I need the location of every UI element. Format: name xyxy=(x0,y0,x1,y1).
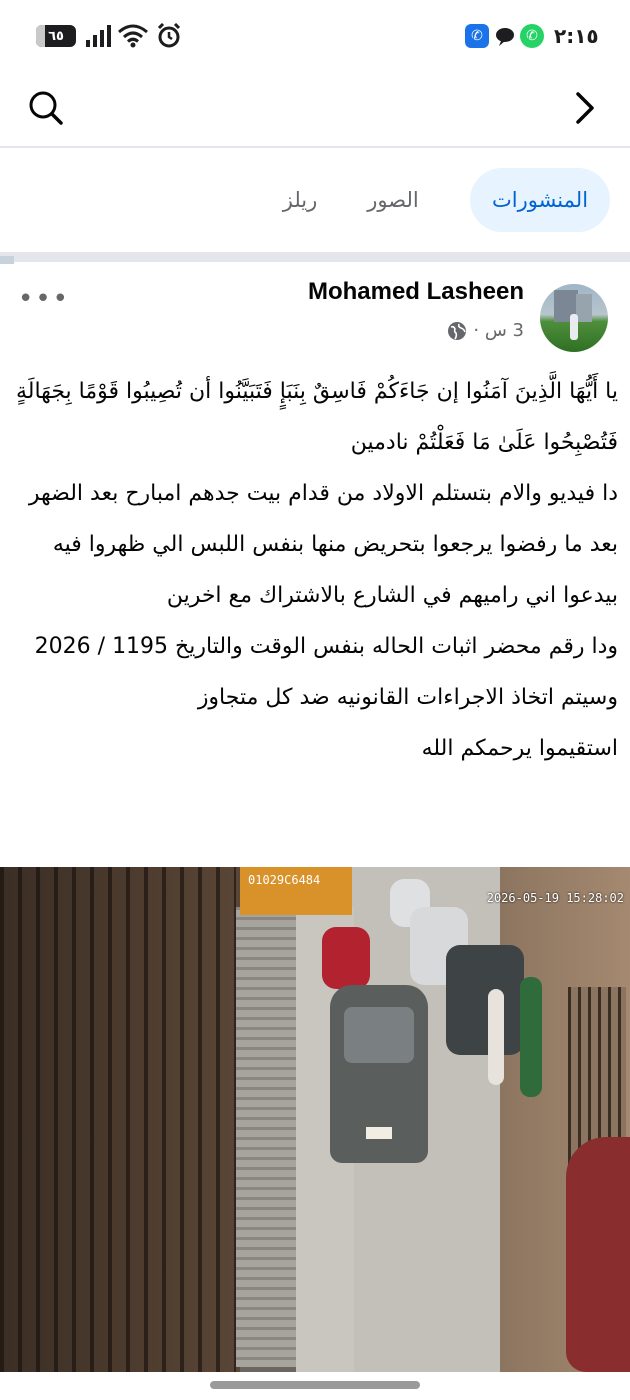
home-indicator[interactable] xyxy=(210,1381,420,1389)
profile-tabs: المنشورات الصور ريلز xyxy=(0,168,630,232)
post-video[interactable]: 01029C6484 2026-05-19 15:28:02 xyxy=(0,867,630,1372)
more-options-icon[interactable]: ••• xyxy=(18,284,70,314)
post-line: استقيموا يرحمكم الله xyxy=(421,736,618,761)
clock: ٢:١٥ xyxy=(554,24,599,48)
globe-icon xyxy=(447,321,467,341)
post-line: ودا رقم محضر اثبات الحاله بنفس الوقت وال… xyxy=(34,634,618,659)
post-time: 3 س · xyxy=(473,320,524,341)
status-bar: ٦٥ ✆ ✆ ٢:١٥ xyxy=(0,0,630,72)
tab-photos[interactable]: الصور xyxy=(348,168,438,232)
messages-icon xyxy=(494,20,516,52)
post-line: يا أَيُّهَا الَّذِينَ آمَنُوا إن جَاءَكُ… xyxy=(15,379,618,455)
wifi-icon xyxy=(118,20,148,52)
battery-level: ٦٥ xyxy=(48,28,64,44)
tab-posts[interactable]: المنشورات xyxy=(470,168,610,232)
top-nav xyxy=(0,72,630,146)
author-name[interactable]: Mohamed Lasheen xyxy=(308,278,524,306)
nav-divider xyxy=(0,146,630,148)
post-meta: 3 س · xyxy=(447,320,524,341)
search-icon[interactable] xyxy=(24,86,68,130)
chevron-right-icon[interactable] xyxy=(562,86,606,130)
battery-indicator: ٦٥ xyxy=(36,20,76,52)
post-line: وسيتم اتخاذ الاجراءات القانونيه ضد كل مت… xyxy=(197,685,618,710)
whatsapp-icon: ✆ xyxy=(520,20,544,52)
section-divider xyxy=(0,252,630,262)
facebook-profile-screen: ٦٥ ✆ ✆ ٢:١٥ المنشورات الصور ريلز Mohamed… xyxy=(0,0,630,1400)
post-header: Mohamed Lasheen 3 س · ••• xyxy=(0,262,630,362)
video-timestamp: 2026-05-19 15:28:02 xyxy=(486,891,624,905)
avatar[interactable] xyxy=(540,284,608,352)
phone-app-icon: ✆ xyxy=(465,20,489,52)
signal-icon xyxy=(86,20,112,52)
tab-reels[interactable]: ريلز xyxy=(270,168,330,232)
shop-sign-text: 01029C6484 xyxy=(248,873,321,887)
post-text: يا أَيُّهَا الَّذِينَ آمَنُوا إن جَاءَكُ… xyxy=(14,366,618,774)
alarm-icon xyxy=(156,20,182,52)
post-line: دا فيديو والام بتستلم الاولاد من قدام بي… xyxy=(28,481,618,608)
